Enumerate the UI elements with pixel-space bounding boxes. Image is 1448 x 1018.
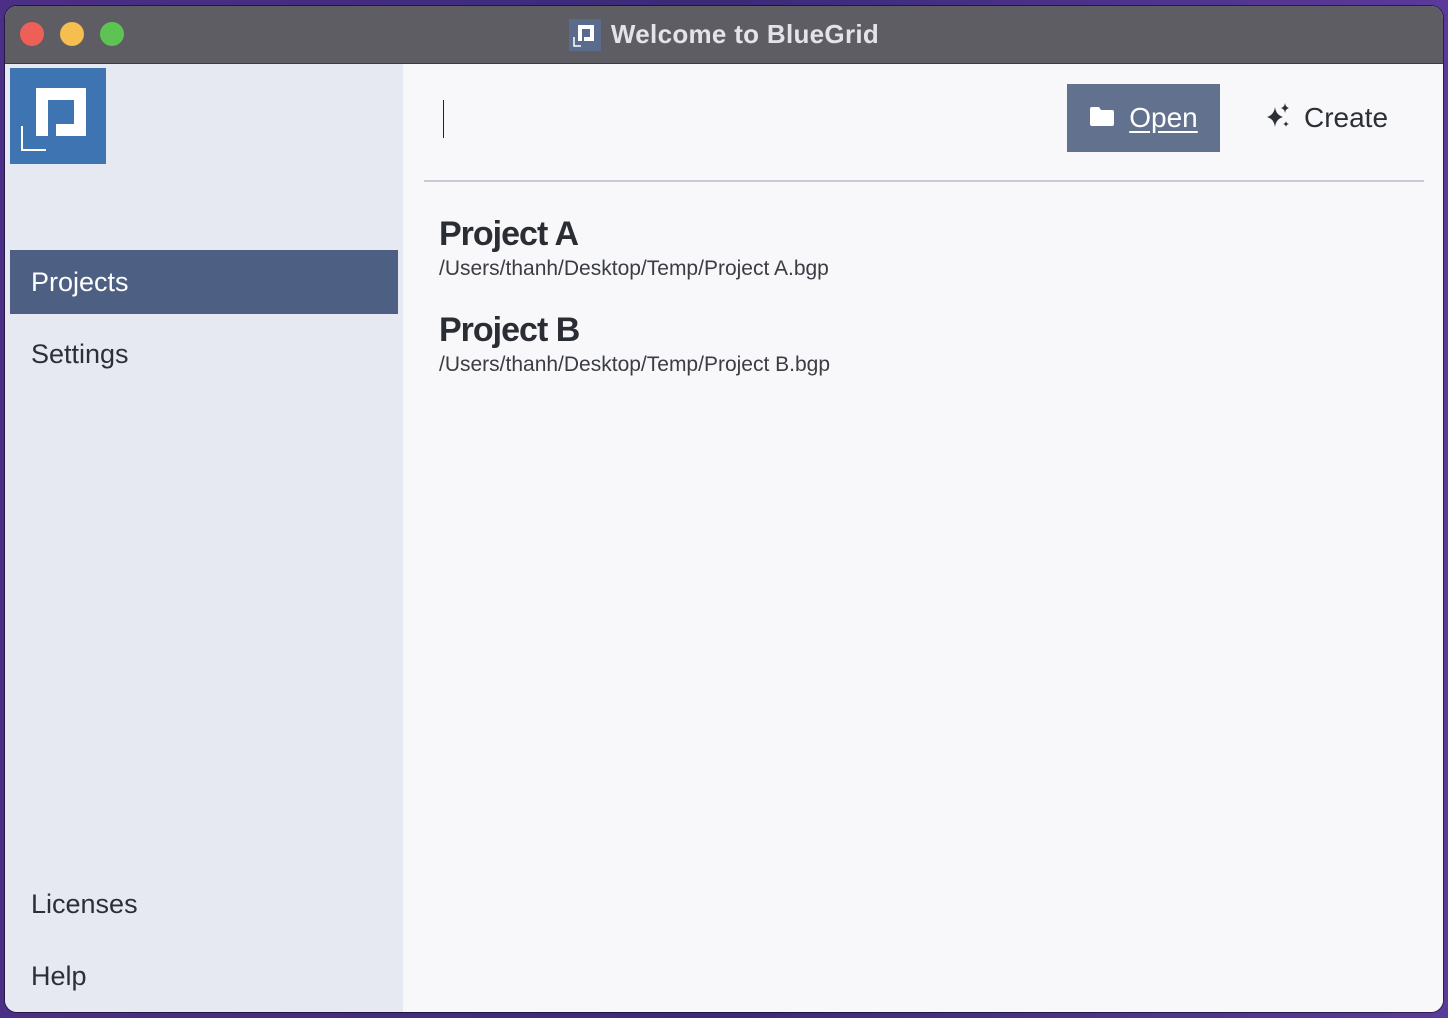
main-content: Open Create Project A /Users/thanh/Deskt… — [403, 64, 1443, 1012]
project-list-item[interactable]: Project A /Users/thanh/Desktop/Temp/Proj… — [439, 214, 1339, 282]
bluegrid-logo-icon — [10, 68, 106, 164]
project-name: Project A — [439, 215, 579, 253]
toolbar-divider — [424, 180, 1424, 182]
sidebar-item-label: Projects — [31, 266, 129, 297]
sidebar-item-settings[interactable]: Settings — [10, 322, 398, 386]
project-path: /Users/thanh/Desktop/Temp/Project A.bgp — [439, 257, 829, 280]
project-list-item[interactable]: Project B /Users/thanh/Desktop/Temp/Proj… — [439, 310, 1339, 378]
sidebar-item-label: Settings — [31, 338, 129, 369]
sidebar-item-licenses[interactable]: Licenses — [10, 872, 398, 936]
sidebar-item-label: Help — [31, 960, 87, 991]
sidebar-item-label: Licenses — [31, 888, 138, 919]
title-bar: Welcome to BlueGrid — [5, 6, 1443, 64]
text-caret — [443, 100, 444, 138]
app-icon — [568, 18, 601, 51]
window-title: Welcome to BlueGrid — [610, 19, 880, 49]
open-button-label: Open — [1129, 102, 1198, 133]
app-window: Welcome to BlueGrid Projects Settings Li… — [5, 6, 1443, 1012]
create-button-label: Create — [1303, 102, 1389, 133]
desktop-background: Welcome to BlueGrid Projects Settings Li… — [0, 0, 1448, 1018]
sparkle-icon — [1264, 102, 1292, 135]
open-button[interactable]: Open — [1067, 84, 1220, 152]
sidebar: Projects Settings Licenses Help — [5, 64, 403, 1012]
create-button[interactable]: Create — [1251, 84, 1401, 152]
sidebar-item-projects[interactable]: Projects — [10, 250, 398, 314]
project-name: Project B — [439, 311, 580, 349]
folder-icon — [1089, 105, 1115, 132]
window-title-group: Welcome to BlueGrid — [5, 6, 1443, 63]
sidebar-item-help[interactable]: Help — [10, 944, 398, 1008]
project-path: /Users/thanh/Desktop/Temp/Project B.bgp — [439, 353, 831, 376]
search-input[interactable] — [441, 94, 1025, 146]
